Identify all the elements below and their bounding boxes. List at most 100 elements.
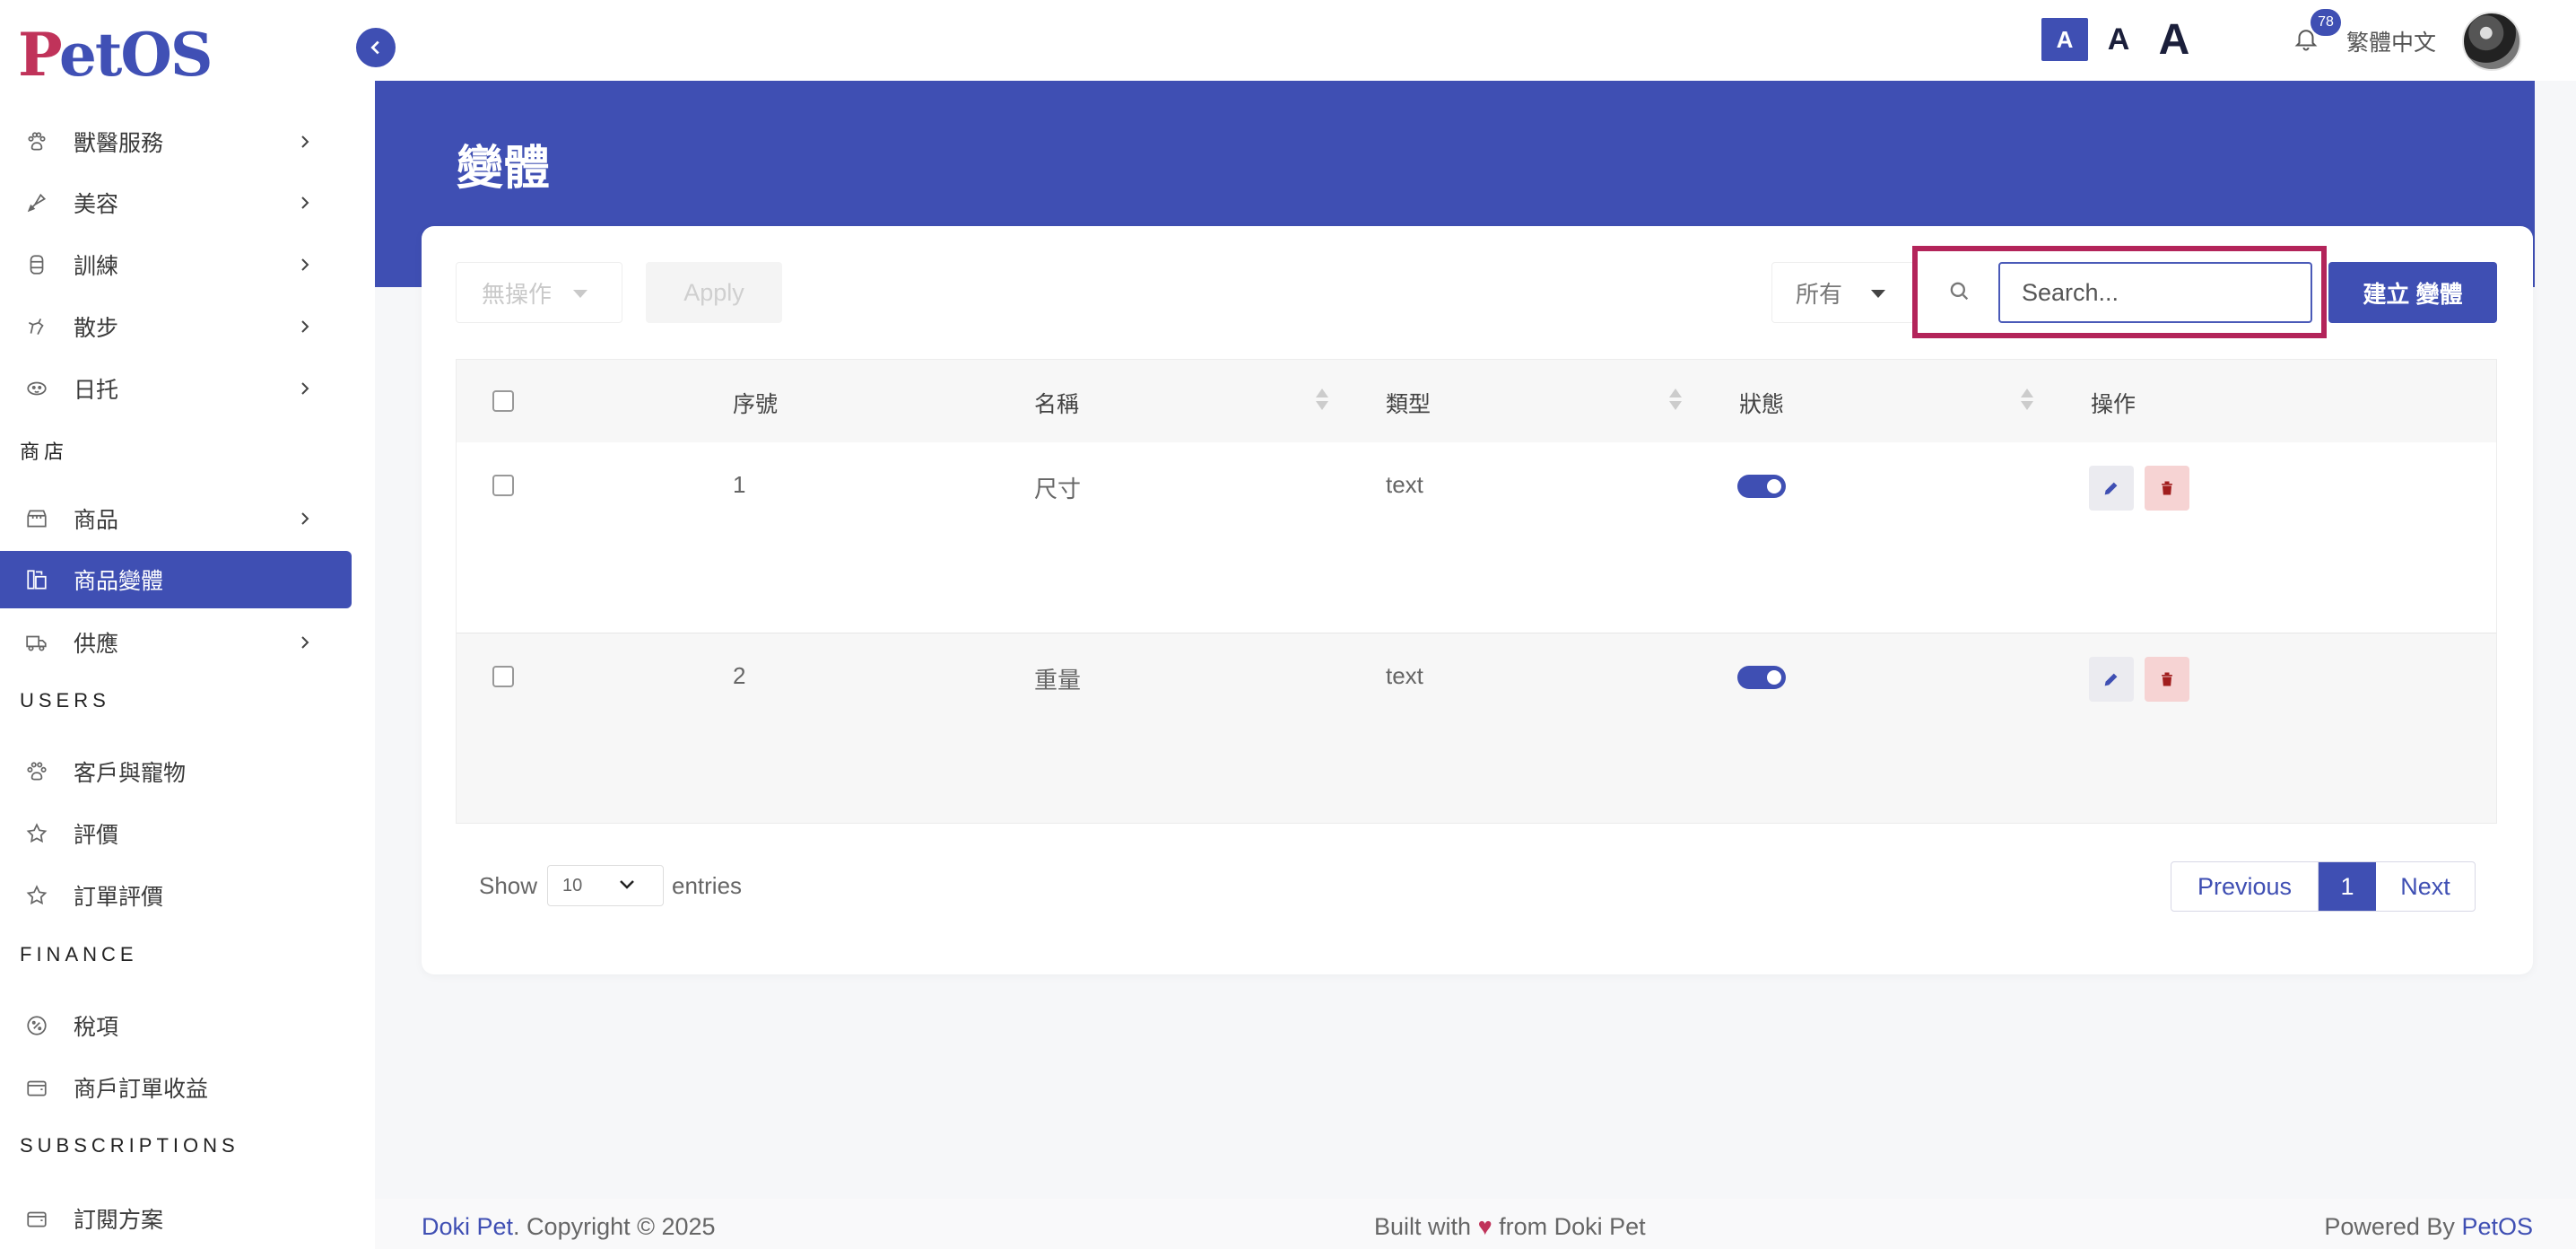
section-heading-users: USERS: [20, 689, 110, 712]
sidebar-item-walk[interactable]: 散步: [0, 298, 352, 355]
language-switcher[interactable]: 繁體中文: [2346, 25, 2436, 57]
create-variant-button[interactable]: 建立 變體: [2328, 262, 2497, 323]
store-icon: [23, 505, 50, 532]
column-header-type[interactable]: 類型: [1386, 387, 1431, 419]
previous-page-button[interactable]: Previous: [2171, 862, 2319, 911]
powered-by-brand-link[interactable]: PetOS: [2461, 1213, 2533, 1240]
row-name: 尺寸: [1034, 476, 1082, 502]
section-heading-shop: 商店: [20, 441, 69, 463]
brush-icon: [23, 189, 50, 216]
petos-logo[interactable]: PetOS: [18, 20, 213, 90]
status-toggle[interactable]: [1737, 475, 1786, 498]
wallet-icon: [23, 1074, 50, 1101]
sidebar-item-reviews[interactable]: 評價: [0, 805, 352, 862]
status-filter-value: 所有: [1796, 280, 1843, 308]
chevron-right-icon: [301, 320, 309, 333]
delete-button[interactable]: [2145, 466, 2189, 511]
apply-button[interactable]: Apply: [646, 262, 782, 323]
sidebar-item-label: 評價: [74, 823, 119, 848]
sidebar-item-products[interactable]: 商品: [0, 490, 352, 547]
sidebar-item-merchant-revenue[interactable]: 商戶訂單收益: [0, 1059, 352, 1116]
heart-icon: ♥: [1477, 1213, 1493, 1240]
page-length-select[interactable]: 10: [547, 865, 664, 906]
column-header-index[interactable]: 序號: [733, 387, 778, 419]
search-icon: [1946, 278, 1971, 308]
sidebar-item-product-variants[interactable]: 商品變體: [0, 551, 352, 608]
column-header-name[interactable]: 名稱: [1034, 387, 1079, 419]
trash-icon: [2162, 481, 2172, 495]
user-avatar[interactable]: [2462, 12, 2521, 71]
row-name: 重量: [1034, 667, 1082, 694]
current-page-button[interactable]: 1: [2319, 862, 2376, 911]
row-checkbox[interactable]: [492, 666, 514, 687]
sidebar-item-vet[interactable]: 獸醫服務: [0, 113, 352, 170]
wallet-icon: [23, 1205, 50, 1232]
row-index: 1: [733, 471, 746, 498]
sidebar-item-label: 商品變體: [74, 569, 164, 594]
sidebar-item-label: 散步: [74, 316, 119, 341]
delete-button[interactable]: [2145, 657, 2189, 702]
sidebar-item-order-reviews[interactable]: 訂單評價: [0, 867, 352, 924]
sort-icon[interactable]: [1316, 387, 1328, 414]
built-with-text: Built with: [1374, 1213, 1472, 1240]
search-input[interactable]: [1998, 262, 2312, 323]
built-from-text: from Doki Pet: [1499, 1213, 1646, 1240]
page-footer: Doki Pet. Copyright © 2025 Built with ♥ …: [375, 1199, 2576, 1249]
sidebar-item-label: 稅項: [74, 1015, 119, 1040]
sidebar-collapse-button[interactable]: [356, 28, 396, 67]
sidebar-item-training[interactable]: 訓練: [0, 236, 352, 293]
section-heading-subscriptions: SUBSCRIPTIONS: [20, 1134, 239, 1157]
section-heading-finance: FINANCE: [20, 943, 138, 965]
sidebar-item-tax[interactable]: 稅項: [0, 997, 352, 1054]
footer-built-with: Built with ♥ from Doki Pet: [1374, 1213, 1646, 1241]
caret-down-icon: [573, 290, 587, 298]
chevron-right-icon: [301, 636, 309, 649]
chevron-right-icon: [301, 512, 309, 525]
footer-brand-link[interactable]: Doki Pet: [422, 1213, 513, 1240]
sort-icon[interactable]: [1669, 387, 1682, 414]
bulk-action-select[interactable]: 無操作: [456, 262, 622, 323]
variant-icon: [23, 566, 50, 593]
tax-icon: [23, 1012, 50, 1039]
logo-text: etOS: [58, 20, 213, 90]
page-title: 變體: [457, 143, 551, 195]
font-size-medium-button[interactable]: A: [2099, 18, 2138, 61]
font-size-large-button[interactable]: A: [2151, 16, 2197, 64]
sidebar-item-grooming[interactable]: 美容: [0, 174, 352, 231]
row-index: 2: [733, 662, 746, 689]
edit-button[interactable]: [2089, 657, 2134, 702]
chevron-right-icon: [301, 135, 309, 148]
sidebar-item-customers-pets[interactable]: 客戶與寵物: [0, 743, 352, 800]
column-header-status[interactable]: 狀態: [1739, 387, 1784, 419]
sidebar-item-label: 供應: [74, 632, 119, 657]
table-row: 2 重量 text: [457, 633, 2496, 823]
chevron-down-icon: [620, 880, 634, 889]
copyright-text: . Copyright © 2025: [513, 1213, 716, 1240]
sidebar-item-label: 獸醫服務: [74, 131, 164, 156]
truck-icon: [23, 629, 50, 656]
next-page-button[interactable]: Next: [2376, 862, 2475, 911]
pencil-icon: [2104, 482, 2118, 495]
chevron-right-icon: [301, 258, 309, 271]
paw-icon: [23, 758, 50, 785]
sidebar-item-daycare[interactable]: 日托: [0, 360, 352, 417]
sort-icon[interactable]: [2021, 387, 2033, 414]
select-all-checkbox[interactable]: [492, 390, 514, 412]
status-filter-select[interactable]: 所有: [1771, 262, 1915, 323]
star-icon: [23, 882, 50, 909]
edit-button[interactable]: [2089, 466, 2134, 511]
page-length-value: 10: [562, 875, 583, 895]
footer-copyright: Doki Pet. Copyright © 2025: [422, 1213, 716, 1241]
font-size-small-button[interactable]: A: [2041, 18, 2088, 61]
sidebar-item-label: 訂單評價: [74, 885, 164, 910]
sidebar-item-subscription-plans[interactable]: 訂閱方案: [0, 1190, 352, 1247]
status-toggle[interactable]: [1737, 666, 1786, 689]
row-type: text: [1386, 662, 1423, 689]
walk-icon: [23, 313, 50, 340]
notification-badge: 78: [2311, 9, 2341, 36]
sidebar-item-supply[interactable]: 供應: [0, 614, 352, 671]
sidebar: PetOS 獸醫服務 美容 訓練 散步 日托 商店 商品 商品變體 供應 USE…: [0, 0, 375, 1249]
sidebar-item-label: 客戶與寵物: [74, 761, 187, 786]
row-checkbox[interactable]: [492, 475, 514, 496]
bulk-action-value: 無操作: [482, 280, 553, 308]
